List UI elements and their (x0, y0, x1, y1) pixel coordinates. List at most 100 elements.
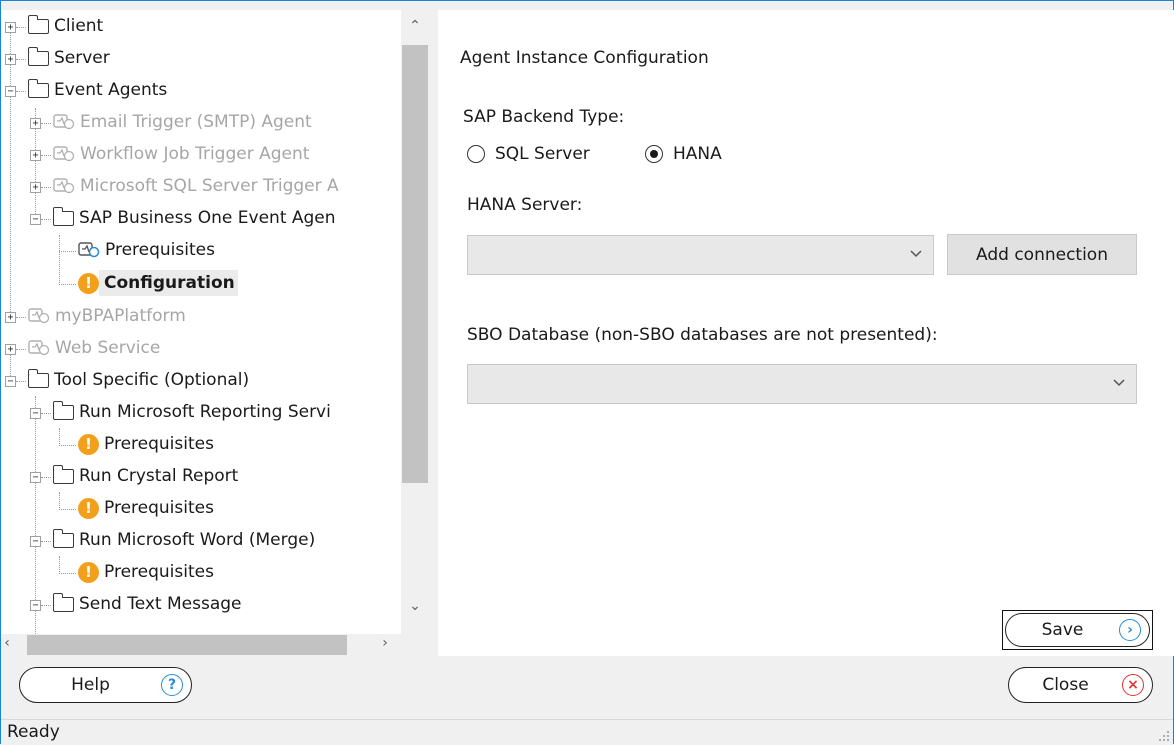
tree-item-client[interactable]: Client (27, 10, 106, 42)
tree-vertical-scrollbar[interactable]: ⌃ ⌄ (401, 10, 429, 634)
folder-icon (27, 78, 49, 98)
hana-server-label: HANA Server: (467, 195, 583, 215)
tree-item-crystal-report[interactable]: Run Crystal Report (52, 460, 241, 492)
tree-item-label: myBPAPlatform (55, 306, 186, 326)
agent-icon (53, 145, 75, 163)
tree-item-label: Server (54, 48, 110, 68)
tree-item-label: Event Agents (54, 80, 168, 100)
close-button-label: Close (1042, 675, 1089, 695)
tree-item-label: Prerequisites (104, 562, 214, 582)
help-button[interactable]: Help ? (19, 667, 192, 703)
status-text: Ready (7, 722, 60, 742)
tree-item-server[interactable]: Server (27, 42, 113, 74)
tree-item-label: Configuration (99, 270, 238, 296)
agent-icon (78, 241, 100, 259)
help-icon: ? (161, 674, 183, 696)
scroll-corner (401, 634, 429, 656)
tree-item-sap-prerequisites[interactable]: Prerequisites (78, 234, 218, 266)
tree-item-label: Run Crystal Report (79, 466, 239, 486)
tree-item-label: Email Trigger (SMTP) Agent (80, 112, 312, 132)
tree-vertical-scroll-thumb[interactable] (402, 45, 428, 483)
chevron-down-icon (1113, 379, 1125, 387)
expand-sql-trigger[interactable]: + (30, 182, 41, 193)
tree-item-event-agents[interactable]: Event Agents (27, 74, 170, 106)
tree-item-reporting-services[interactable]: Run Microsoft Reporting Servi (52, 396, 334, 428)
help-button-label: Help (71, 675, 110, 695)
expand-email-trigger[interactable]: + (30, 118, 41, 129)
agent-icon (53, 113, 75, 131)
collapse-reporting-services[interactable]: − (30, 408, 41, 419)
radio-sql-server[interactable]: SQL Server (467, 144, 590, 164)
tree-item-email-trigger[interactable]: Email Trigger (SMTP) Agent (53, 106, 315, 138)
collapse-tool-specific[interactable]: − (5, 376, 16, 387)
tree-item-workflow-trigger[interactable]: Workflow Job Trigger Agent (53, 138, 312, 170)
chevron-down-icon (910, 250, 922, 258)
tree-panel: + Client + Server − Event Agents + Email… (1, 10, 429, 656)
folder-icon (52, 592, 74, 612)
hana-server-dropdown[interactable] (467, 235, 934, 275)
warning-icon: ! (78, 272, 99, 294)
tree-item-label: Prerequisites (105, 240, 215, 260)
add-connection-button[interactable]: Add connection (947, 234, 1137, 275)
setup-tree: + Client + Server − Event Agents + Email… (1, 10, 401, 634)
collapse-crystal-report[interactable]: − (30, 472, 41, 483)
agent-icon (28, 307, 50, 325)
save-button[interactable]: Save › (1005, 613, 1150, 647)
save-button-label: Save (1041, 620, 1084, 640)
tree-item-label: Send Text Message (79, 594, 242, 614)
resize-grip-icon[interactable] (1158, 730, 1170, 742)
tree-item-label: Tool Specific (Optional) (54, 370, 250, 390)
radio-hana-label: HANA (673, 144, 722, 164)
warning-icon: ! (78, 561, 99, 583)
configuration-panel: Agent Instance Configuration SAP Backend… (438, 10, 1174, 656)
expand-client[interactable]: + (5, 22, 16, 33)
tree-item-sap-event-agent[interactable]: SAP Business One Event Agen (52, 202, 339, 234)
expand-web-service[interactable]: + (5, 344, 16, 355)
close-icon: × (1122, 674, 1144, 696)
collapse-send-text[interactable]: − (30, 600, 41, 611)
tree-item-sql-trigger[interactable]: Microsoft SQL Server Trigger A (53, 170, 342, 202)
chevron-right-icon: › (1119, 619, 1141, 641)
scroll-right-icon[interactable]: › (375, 635, 395, 651)
tree-item-mybpaplatform[interactable]: myBPAPlatform (28, 300, 189, 332)
folder-icon (27, 368, 49, 388)
tree-horizontal-scroll-thumb[interactable] (27, 635, 347, 655)
tree-item-sap-configuration[interactable]: ! Configuration (78, 267, 238, 299)
folder-icon (27, 46, 49, 66)
collapse-word-merge[interactable]: − (30, 536, 41, 547)
expand-server[interactable]: + (5, 54, 16, 65)
tree-item-label: SAP Business One Event Agen (79, 208, 336, 228)
agent-icon (53, 177, 75, 195)
radio-hana[interactable]: HANA (645, 144, 722, 164)
sbo-database-dropdown[interactable] (467, 364, 1137, 404)
radio-sql-server-indicator[interactable] (467, 145, 485, 163)
tree-item-word-merge[interactable]: Run Microsoft Word (Merge) (52, 524, 318, 556)
expand-workflow-trigger[interactable]: + (30, 150, 41, 161)
collapse-sap-agent[interactable]: − (30, 214, 41, 225)
scroll-left-icon[interactable]: ‹ (1, 635, 17, 651)
folder-icon (27, 14, 49, 34)
tree-item-reporting-prerequisites[interactable]: ! Prerequisites (78, 428, 217, 460)
tree-item-crystal-prerequisites[interactable]: ! Prerequisites (78, 492, 217, 524)
tree-item-label: Run Microsoft Word (Merge) (79, 530, 316, 550)
sbo-database-label: SBO Database (non-SBO databases are not … (467, 325, 938, 345)
close-button[interactable]: Close × (1008, 667, 1153, 703)
radio-hana-indicator[interactable] (645, 145, 663, 163)
config-title: Agent Instance Configuration (460, 48, 709, 68)
status-bar: Ready (1, 719, 1173, 745)
expand-mybpaplatform[interactable]: + (5, 312, 16, 323)
tree-item-word-prerequisites[interactable]: ! Prerequisites (78, 556, 217, 588)
collapse-event-agents[interactable]: − (5, 86, 16, 97)
scroll-up-icon[interactable]: ⌃ (401, 18, 429, 34)
radio-sql-server-label: SQL Server (495, 144, 590, 164)
scroll-down-icon[interactable]: ⌄ (401, 598, 429, 614)
agent-icon (28, 339, 50, 357)
folder-icon (52, 206, 74, 226)
tree-item-tool-specific[interactable]: Tool Specific (Optional) (27, 364, 252, 396)
warning-icon: ! (78, 497, 99, 519)
tree-item-web-service[interactable]: Web Service (28, 332, 163, 364)
tree-horizontal-scrollbar[interactable]: ‹ › (1, 634, 401, 656)
sap-backend-label: SAP Backend Type: (463, 107, 625, 127)
tree-item-label: Microsoft SQL Server Trigger A (80, 176, 339, 196)
tree-item-send-text-message[interactable]: Send Text Message (52, 588, 245, 620)
